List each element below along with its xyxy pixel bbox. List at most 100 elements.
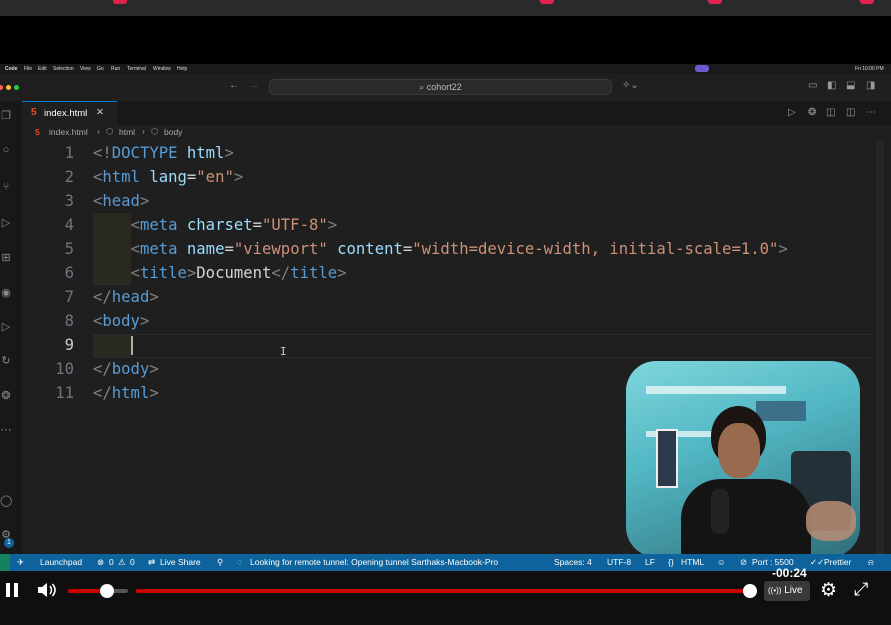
zoom-window-icon[interactable] <box>14 85 19 90</box>
launchpad-item[interactable]: Launchpad <box>40 557 82 567</box>
indentation-item[interactable]: Spaces: 4 <box>554 557 592 567</box>
status-pill-icon[interactable] <box>695 65 709 72</box>
remote-icon[interactable]: ◉ <box>0 287 12 299</box>
menu-selection[interactable]: Selection <box>53 66 74 72</box>
tab-indicator <box>708 0 722 4</box>
poster <box>656 429 678 488</box>
menu-app-name[interactable]: Code <box>5 66 18 72</box>
more-actions-icon[interactable]: ⋯ <box>866 107 876 118</box>
seek-bar[interactable] <box>136 584 757 598</box>
forward-arrow-icon[interactable]: → <box>249 80 259 91</box>
breadcrumb-html[interactable]: html <box>119 127 135 137</box>
port-icon: ⊘ <box>740 557 748 567</box>
warning-icon: ⚠ <box>118 557 126 567</box>
copilot-chat-icon[interactable]: ❂ <box>0 390 12 402</box>
volume-slider[interactable] <box>68 584 128 598</box>
code-line-7: </head> <box>93 288 159 306</box>
copilot-icon[interactable]: ✧⌄ <box>622 80 639 91</box>
element-icon: ⬡ <box>106 126 114 136</box>
time-remaining: -00:24 <box>772 566 807 580</box>
extensions-icon[interactable]: ⊞ <box>0 252 12 264</box>
minimize-window-icon[interactable] <box>6 85 11 90</box>
copilot-icon[interactable]: ❂ <box>808 107 816 118</box>
fullscreen-icon[interactable]: ⤢ <box>854 579 868 600</box>
line-number: 10 <box>55 360 74 378</box>
menu-view[interactable]: View <box>80 66 91 72</box>
microphone <box>711 489 729 534</box>
account-icon[interactable]: ◯ <box>0 495 12 507</box>
live-share-item[interactable]: Live Share <box>160 557 201 567</box>
command-center[interactable]: ⌕ cohort22 <box>269 79 612 95</box>
broadcast-icon: ((•)) <box>768 586 782 595</box>
vertical-scrollbar[interactable] <box>876 141 884 554</box>
code-line-6: <title>Document</title> <box>130 264 347 282</box>
rocket-icon: ✈ <box>17 557 25 567</box>
eol-item[interactable]: LF <box>645 557 655 567</box>
back-arrow-icon[interactable]: ← <box>229 80 239 91</box>
copilot-icon[interactable]: ☺ <box>717 557 726 567</box>
code-line-5: <meta name="viewport" content="width=dev… <box>130 240 788 258</box>
toggle-secondary-sidebar-icon[interactable]: ◨ <box>866 80 875 91</box>
testing-icon[interactable]: ▷ <box>0 321 12 333</box>
language-mode-item[interactable]: HTML <box>681 557 704 567</box>
menu-run[interactable]: Run <box>111 66 120 72</box>
tab-index-html[interactable]: 5 index.html ✕ <box>22 101 117 125</box>
menu-file[interactable]: File <box>24 66 32 72</box>
customize-layout-icon[interactable]: ▭ <box>808 80 817 91</box>
source-control-icon[interactable]: ⑂ <box>0 181 12 193</box>
line-number: 7 <box>64 288 74 306</box>
person-body <box>681 479 811 557</box>
menu-help[interactable]: Help <box>177 66 187 72</box>
breadcrumb-file[interactable]: index.html <box>49 127 88 137</box>
tunnel-status[interactable]: Looking for remote tunnel: Opening tunne… <box>250 557 498 567</box>
line-number: 11 <box>55 384 74 402</box>
live-button[interactable]: ((•)) Live <box>764 581 810 601</box>
line-number: 4 <box>64 216 74 234</box>
remote-explorer-icon: ⚲ <box>217 557 224 567</box>
prettier-item[interactable]: Prettier <box>824 557 851 567</box>
code-line-1: <!DOCTYPE html> <box>93 144 234 162</box>
close-icon[interactable]: ✕ <box>96 107 104 118</box>
browser-tab-strip <box>0 0 891 16</box>
volume-knob[interactable] <box>100 584 114 598</box>
element-icon: ⬡ <box>151 126 159 136</box>
editor-tab-bar: 5 index.html ✕ ▷ ❂ ◫ ◫ ⋯ <box>22 101 891 126</box>
volume-icon[interactable] <box>37 582 57 598</box>
line-number: 5 <box>64 240 74 258</box>
seek-knob[interactable] <box>742 584 757 598</box>
code-line-10: </body> <box>93 360 159 378</box>
bell-icon[interactable]: ⍾ <box>868 557 874 568</box>
menu-go[interactable]: Go <box>97 66 104 72</box>
run-debug-icon[interactable]: ▷ <box>0 217 12 229</box>
seek-progress <box>136 589 750 593</box>
settings-icon[interactable]: ⚙ <box>820 579 837 602</box>
remote-indicator[interactable] <box>0 554 10 571</box>
toggle-sidebar-icon[interactable]: ◧ <box>827 80 836 91</box>
person-face <box>718 423 760 478</box>
encoding-item[interactable]: UTF-8 <box>607 557 631 567</box>
search-icon[interactable]: ○ <box>0 144 12 156</box>
chevron-right-icon: › <box>142 126 145 136</box>
video-controls: -00:24 ((•)) Live ⚙ ⤢ <box>0 566 891 625</box>
code-line-3: <head> <box>93 192 150 210</box>
menu-terminal[interactable]: Terminal <box>127 66 146 72</box>
check-icon: ✓✓ <box>810 557 825 567</box>
problems-count[interactable]: 0 <box>109 557 114 567</box>
pause-icon[interactable] <box>4 582 20 598</box>
breadcrumb: 5 index.html › ⬡ html › ⬡ body <box>22 125 891 141</box>
more-icon[interactable]: ⋯ <box>0 424 12 436</box>
breadcrumb-body[interactable]: body <box>164 127 182 137</box>
current-line-highlight <box>93 334 873 358</box>
live-share-icon[interactable]: ↻ <box>0 355 12 367</box>
play-icon[interactable]: ▷ <box>788 107 796 118</box>
close-window-icon[interactable] <box>0 85 3 90</box>
files-icon[interactable]: ❐ <box>0 110 12 122</box>
menu-window[interactable]: Window <box>153 66 171 72</box>
toggle-panel-icon[interactable]: ⬓ <box>846 80 855 91</box>
menu-edit[interactable]: Edit <box>38 66 47 72</box>
warnings-count[interactable]: 0 <box>130 557 135 567</box>
split-editor-icon[interactable]: ◫ <box>846 107 855 118</box>
menu-clock: Fri 10:00 PM <box>855 66 884 72</box>
error-icon: ⊗ <box>97 557 105 567</box>
open-changes-icon[interactable]: ◫ <box>826 107 835 118</box>
